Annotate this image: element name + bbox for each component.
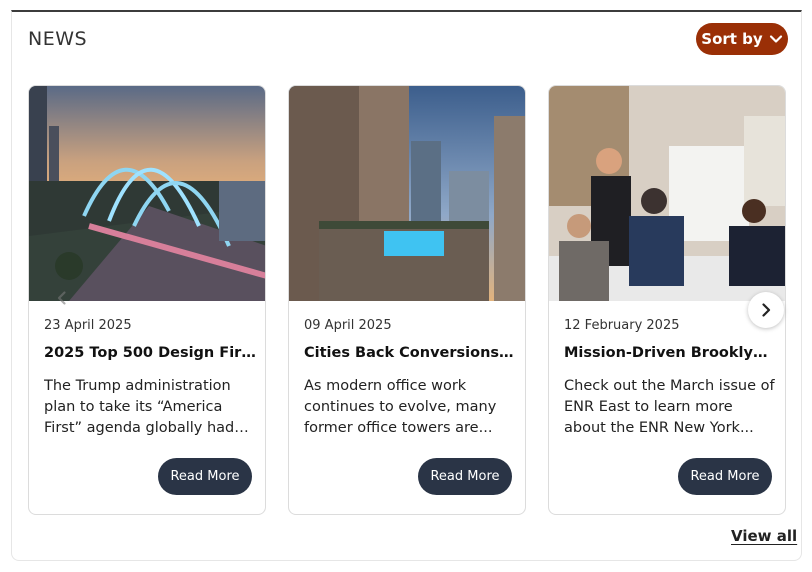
card-date: 23 April 2025: [44, 318, 132, 333]
section-title: NEWS: [28, 28, 88, 50]
card-image-bridge[interactable]: [29, 86, 265, 301]
read-more-button[interactable]: Read More: [158, 458, 252, 495]
card-headline[interactable]: Cities Back Conversions as...: [304, 345, 516, 361]
chevron-down-icon: [769, 35, 782, 43]
carousel-next-button[interactable]: [748, 292, 784, 328]
read-more-button[interactable]: Read More: [418, 458, 512, 495]
news-card-2[interactable]: 09 April 2025 Cities Back Conversions as…: [288, 85, 526, 515]
card-date: 12 February 2025: [564, 318, 680, 333]
chevron-right-icon: [762, 303, 771, 317]
carousel-prev-button[interactable]: [44, 280, 80, 316]
card-description: Check out the March issue of ENR East to…: [564, 378, 775, 436]
card-image-towers[interactable]: [289, 86, 525, 301]
card-description: The Trump administration plan to take it…: [44, 378, 235, 436]
card-date: 09 April 2025: [304, 318, 392, 333]
news-panel: NEWS Sort by 23 April 2025 2025 Top 500 …: [11, 10, 802, 561]
chevron-left-icon: [57, 291, 66, 305]
card-description: As modern office work continues to evolv…: [304, 378, 497, 436]
sort-by-label: Sort by: [701, 30, 763, 48]
card-image-meeting[interactable]: [549, 86, 785, 301]
sort-by-button[interactable]: Sort by: [696, 23, 788, 55]
view-all-link[interactable]: View all: [731, 527, 797, 545]
read-more-button[interactable]: Read More: [678, 458, 772, 495]
card-headline[interactable]: 2025 Top 500 Design Firm...: [44, 345, 256, 361]
card-headline[interactable]: Mission-Driven Brooklyn...: [564, 345, 776, 361]
